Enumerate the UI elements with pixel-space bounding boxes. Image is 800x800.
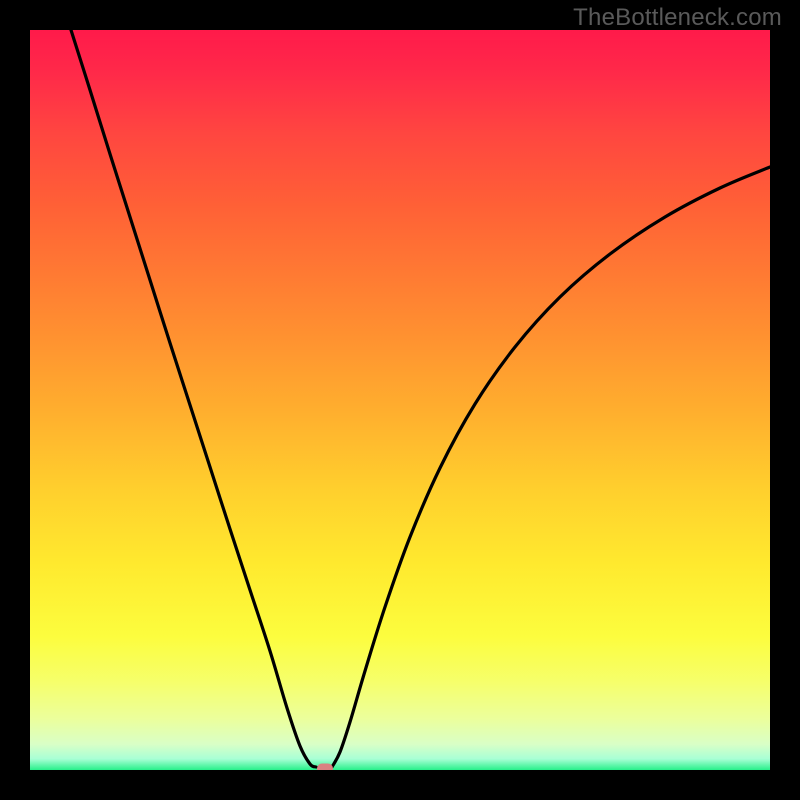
plot-area <box>30 30 770 770</box>
curve-svg <box>30 30 770 770</box>
curve-right-branch <box>332 167 770 767</box>
watermark-text: TheBottleneck.com <box>573 4 782 32</box>
curve-left-branch <box>71 30 316 767</box>
bottleneck-marker <box>317 763 333 770</box>
